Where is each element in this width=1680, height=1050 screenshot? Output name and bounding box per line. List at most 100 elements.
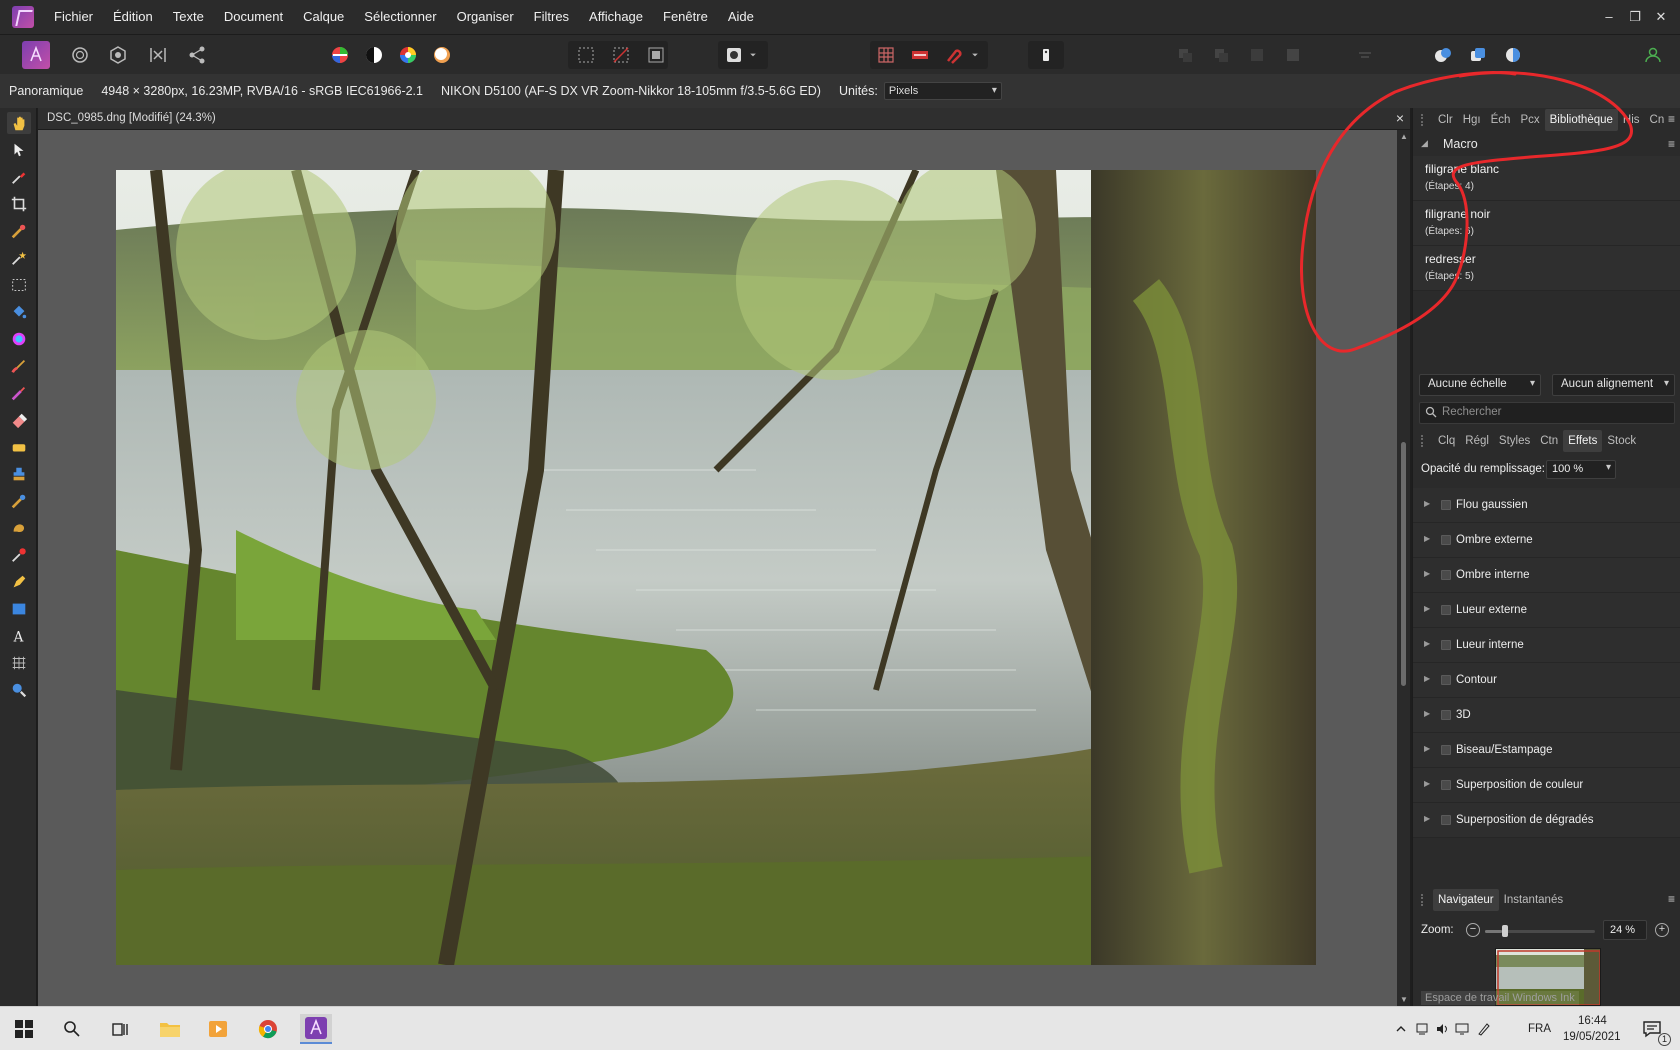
expand-arrow-icon[interactable]: ▶ [1424,744,1430,753]
scroll-down-icon[interactable]: ▼ [1400,995,1408,1004]
move-tool-icon[interactable] [7,139,31,161]
panel-grip[interactable] [1421,435,1427,447]
clock-time[interactable]: 16:44 [1578,1015,1607,1027]
guides-icon[interactable] [907,42,933,68]
collapse-triangle-icon[interactable]: ◢ [1421,138,1428,149]
flood-select-icon[interactable] [7,247,31,269]
scroll-thumb[interactable] [1401,442,1406,686]
effect-checkbox[interactable] [1441,500,1451,510]
rectangle-tool-icon[interactable] [7,598,31,620]
affinity-photo-taskbar-icon[interactable] [300,1014,332,1044]
alignment-select[interactable]: Aucun alignement [1552,374,1675,396]
fill-opacity-select[interactable]: 100 % [1546,460,1616,479]
effect-row[interactable]: ▶ 3D [1413,698,1680,733]
units-select[interactable]: Pixels [883,82,1002,100]
tab-couleur[interactable]: Clr [1433,109,1458,131]
effect-checkbox[interactable] [1441,780,1451,790]
boolean-intersect-icon[interactable] [1500,42,1526,68]
list-item[interactable]: redresser (Étapes: 5) [1413,246,1680,291]
effect-row[interactable]: ▶ Biseau/Estampage [1413,733,1680,768]
color-picker-icon[interactable] [7,166,31,188]
effect-checkbox[interactable] [1441,535,1451,545]
effect-row[interactable]: ▶ Superposition de couleur [1413,768,1680,803]
expand-arrow-icon[interactable]: ▶ [1424,604,1430,613]
list-item[interactable]: filigrane blanc (Étapes: 4) [1413,156,1680,201]
chrome-icon[interactable] [252,1014,284,1044]
menu-item-edition[interactable]: Édition [103,0,163,34]
language-indicator[interactable]: FRA [1528,1023,1551,1035]
canvas-vertical-scrollbar[interactable]: ▲ ▼ [1397,130,1410,1006]
menu-item-calque[interactable]: Calque [293,0,354,34]
zoom-slider[interactable] [1485,925,1595,937]
tab-calques[interactable]: Clq [1433,430,1460,452]
assistant-icon[interactable] [1033,42,1059,68]
auto-colors-icon[interactable] [395,42,421,68]
effect-row[interactable]: ▶ Lueur interne [1413,628,1680,663]
effect-checkbox[interactable] [1441,710,1451,720]
zoom-value-field[interactable]: 24 % [1603,920,1647,940]
effect-checkbox[interactable] [1441,570,1451,580]
boolean-subtract-icon[interactable] [1465,42,1491,68]
fill-tool-icon[interactable] [7,301,31,323]
effect-checkbox[interactable] [1441,815,1451,825]
effect-row[interactable]: ▶ Flou gaussien [1413,488,1680,523]
volume-icon[interactable] [1432,1014,1452,1044]
effect-row[interactable]: ▶ Ombre externe [1413,523,1680,558]
effect-checkbox[interactable] [1441,675,1451,685]
effect-checkbox[interactable] [1441,640,1451,650]
panel-menu-icon[interactable]: ≡ [1668,112,1675,126]
effect-row[interactable]: ▶ Lueur externe [1413,593,1680,628]
smudge-tool-icon[interactable] [7,517,31,539]
view-tool-icon[interactable] [7,112,31,134]
network-icon[interactable] [1412,1014,1432,1044]
tab-stock[interactable]: Stock [1602,430,1641,452]
tab-effets[interactable]: Effets [1563,430,1603,452]
menu-item-selectionner[interactable]: Sélectionner [354,0,446,34]
export-persona-icon[interactable] [184,42,210,68]
chevron-down-icon[interactable] [968,42,982,68]
crop-tool-icon[interactable] [7,193,31,215]
selection-brush-icon[interactable] [7,220,31,242]
macro-menu-icon[interactable]: ≡ [1668,137,1675,151]
tab-reglages[interactable]: Régl [1460,430,1494,452]
selection-rect-icon[interactable] [573,42,599,68]
menu-item-filtres[interactable]: Filtres [524,0,579,34]
user-account-icon[interactable] [1640,42,1666,68]
tab-historique[interactable]: His [1618,109,1645,131]
list-item[interactable]: filigrane noir (Étapes: 6) [1413,201,1680,246]
menu-item-organiser[interactable]: Organiser [447,0,524,34]
tab-pinceaux[interactable]: Pcx [1515,109,1544,131]
tab-canaux[interactable]: Cn [1645,109,1670,131]
tone-mapping-persona-icon[interactable] [145,42,171,68]
mesh-warp-icon[interactable] [7,652,31,674]
zoom-tool-icon[interactable] [7,679,31,701]
menu-item-document[interactable]: Document [214,0,293,34]
document-tab[interactable]: DSC_0985.dng [Modifié] (24.3%) × [38,108,1410,130]
restore-button[interactable]: ❐ [1622,0,1648,34]
tab-bibliotheque[interactable]: Bibliothèque [1544,109,1618,131]
scale-select[interactable]: Aucune échelle [1419,374,1541,396]
display-icon[interactable] [1452,1014,1472,1044]
menu-item-affichage[interactable]: Affichage [579,0,653,34]
clone-brush-icon[interactable] [7,463,31,485]
affinity-photo-logo[interactable] [12,6,34,28]
paint-brush-icon[interactable] [7,355,31,377]
expand-arrow-icon[interactable]: ▶ [1424,674,1430,683]
zoom-in-button[interactable]: + [1655,923,1669,937]
snapping-icon[interactable] [941,42,967,68]
effect-checkbox[interactable] [1441,745,1451,755]
marquee-tool-icon[interactable] [7,274,31,296]
tab-histogramme[interactable]: Hgı [1458,109,1486,131]
grid-icon[interactable] [873,42,899,68]
auto-white-balance-icon[interactable] [429,42,455,68]
tab-echantillons[interactable]: Éch [1486,109,1516,131]
expand-arrow-icon[interactable]: ▶ [1424,534,1430,543]
effect-checkbox[interactable] [1441,605,1451,615]
tab-contenu[interactable]: Ctn [1535,430,1563,452]
auto-contrast-icon[interactable] [361,42,387,68]
expand-arrow-icon[interactable]: ▶ [1424,814,1430,823]
blemish-removal-icon[interactable] [7,490,31,512]
windows-start-icon[interactable] [8,1014,40,1044]
menu-item-fichier[interactable]: Fichier [44,0,103,34]
color-replacement-icon[interactable] [7,382,31,404]
